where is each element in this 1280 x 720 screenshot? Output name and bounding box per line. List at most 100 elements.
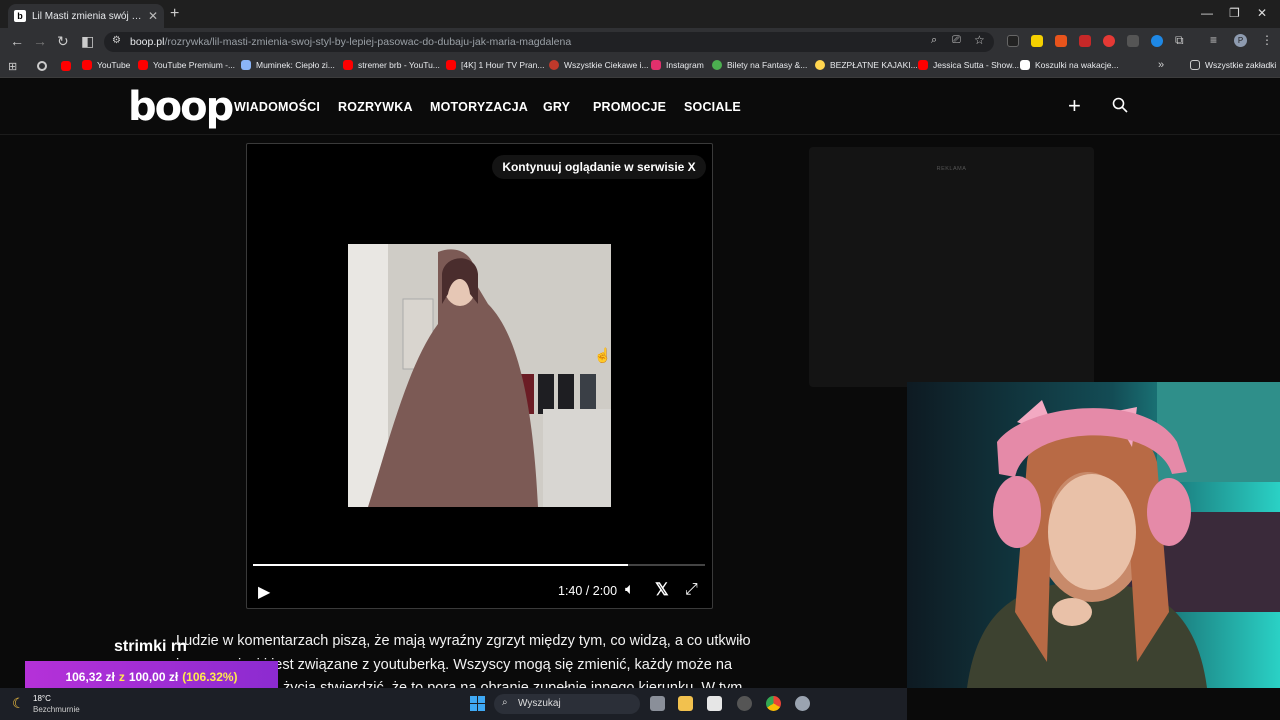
chrome-icon[interactable] <box>766 696 781 711</box>
search-icon: ⌕ <box>502 697 508 708</box>
bookmark-site-icon <box>712 60 722 70</box>
webcam-feed <box>907 382 1280 688</box>
windows-start-icon[interactable] <box>470 696 485 711</box>
youtube-icon <box>918 60 928 70</box>
back-icon[interactable]: ← <box>10 33 24 49</box>
site-info-icon[interactable]: ⚙ <box>112 35 121 46</box>
stream-title: strimki rn <box>114 638 187 655</box>
site-logo[interactable]: boop <box>128 84 234 130</box>
bookmark-item[interactable]: Wszystkie Ciekawe i... <box>549 60 649 70</box>
search-icon[interactable] <box>1112 96 1128 119</box>
store-icon[interactable] <box>707 696 722 711</box>
bookmark-item[interactable]: [4K] 1 Hour TV Pran... <box>446 60 544 70</box>
address-bar[interactable]: boop.pl/rozrywka/lil-masti-zmienia-swoj-… <box>104 32 994 52</box>
youtube-icon <box>82 60 92 70</box>
continue-on-x-button[interactable]: Kontynuuj oglądanie w serwisie X <box>492 155 706 179</box>
donation-current: 106,32 zł <box>65 669 115 684</box>
url-path: /rozrywka/lil-masti-zmienia-swoj-styl-by… <box>164 36 572 48</box>
weather-description: Bezchmurnie <box>33 705 80 714</box>
play-icon[interactable]: ▶ <box>258 582 270 602</box>
extension-icon[interactable] <box>1103 35 1115 47</box>
volume-icon[interactable]: 🔈︎ <box>625 581 635 599</box>
fullscreen-icon[interactable]: ⤢ <box>685 581 698 599</box>
bookmark-item[interactable]: YouTube Premium -... <box>138 60 235 70</box>
nav-rozrywka[interactable]: ROZRYWKA <box>338 100 413 114</box>
settings-gear-icon[interactable] <box>795 696 810 711</box>
bookmark-star-icon[interactable]: ☆ <box>974 33 985 47</box>
taskbar-search[interactable]: ⌕ Wyszukaj <box>494 694 640 714</box>
cast-icon[interactable]: ⎚ <box>952 34 961 47</box>
sidebar-icon[interactable]: ◧ <box>81 33 94 50</box>
bookmark-site-icon <box>549 60 559 70</box>
donation-goal: 100,00 zł <box>128 669 179 684</box>
new-tab-icon[interactable]: + <box>170 5 179 23</box>
ad-label: REKLAMA <box>936 166 967 172</box>
profile-avatar[interactable]: P <box>1234 34 1247 47</box>
video-frame[interactable] <box>348 244 611 507</box>
video-time: 1:40 / 2:00 <box>558 584 618 598</box>
nav-sociale[interactable]: SOCIALE <box>684 100 741 114</box>
forward-icon[interactable]: → <box>33 33 47 49</box>
bookmark-item[interactable]: Jessica Sutta - Show... <box>918 60 1019 70</box>
menu-kebab-icon[interactable]: ⋮ <box>1261 33 1273 47</box>
task-view-icon[interactable] <box>650 696 665 711</box>
bookmark-site-icon <box>241 60 251 70</box>
extension-icon[interactable] <box>1151 35 1163 47</box>
bookmark-item[interactable]: Muminek: Ciepło zi... <box>241 60 335 70</box>
close-window-icon[interactable]: ✕ <box>1257 6 1267 20</box>
nav-wiadomosci[interactable]: WIADOMOŚCI <box>234 100 320 114</box>
bookmark-item[interactable]: Instagram <box>651 60 704 70</box>
nav-promocje[interactable]: PROMOCJE <box>593 100 666 114</box>
extension-icon[interactable] <box>1127 35 1139 47</box>
extension-icon[interactable] <box>1031 35 1043 47</box>
youtube-icon <box>343 60 353 70</box>
nav-motoryzacja[interactable]: MOTORYZACJA <box>430 100 528 114</box>
zoom-icon[interactable]: ⌕ <box>931 34 937 47</box>
article-line: Ludzie w komentarzach piszą, że mają wyr… <box>176 633 751 649</box>
bookmark-site-icon <box>815 60 825 70</box>
cursor-hand-icon: ☝ <box>594 347 612 363</box>
extension-icon[interactable] <box>1007 35 1019 47</box>
instagram-icon <box>651 60 661 70</box>
bookmark-item[interactable]: stremer brb - YouTu... <box>343 60 440 70</box>
close-tab-icon[interactable]: ✕ <box>148 9 158 23</box>
bookmark-icon[interactable] <box>37 61 47 71</box>
minimize-icon[interactable]: — <box>1201 6 1213 20</box>
bookmark-item[interactable]: Bilety na Fantasy &... <box>712 60 807 70</box>
webcam-overlay <box>907 382 1280 688</box>
video-still <box>348 244 611 507</box>
apps-grid-icon[interactable]: ⊞ <box>8 60 17 73</box>
reload-icon[interactable]: ↻ <box>57 33 69 50</box>
boop-favicon-icon: b <box>14 10 26 22</box>
nav-gry[interactable]: GRY <box>543 100 570 114</box>
file-explorer-icon[interactable] <box>678 696 693 711</box>
progress-fill <box>253 564 629 566</box>
media-icon[interactable]: ≡ <box>1210 33 1217 47</box>
x-logo-icon[interactable]: 𝕏 <box>655 580 669 600</box>
app-icon[interactable] <box>737 696 752 711</box>
browser-tab-bar <box>0 0 1280 28</box>
search-placeholder: Wyszukaj <box>518 698 561 709</box>
plus-icon[interactable]: + <box>1068 93 1081 119</box>
bookmark-item[interactable]: Koszulki na wakacje... <box>1020 60 1119 70</box>
all-bookmarks[interactable]: Wszystkie zakładki <box>1190 60 1276 70</box>
maximize-icon[interactable]: ❐ <box>1229 6 1240 20</box>
extension-icon[interactable] <box>1079 35 1091 47</box>
browser-tab[interactable]: b Lil Masti zmienia swój styl, by lepiej… <box>8 4 164 28</box>
youtube-icon[interactable] <box>61 61 71 71</box>
extension-icon[interactable] <box>1055 35 1067 47</box>
more-bookmarks-icon[interactable]: » <box>1158 59 1164 71</box>
donation-percent: (106.32%) <box>182 669 238 684</box>
bookmark-item[interactable]: BEZPŁATNE KAJAKI... <box>815 60 918 70</box>
bookmark-item[interactable]: YouTube <box>82 60 130 70</box>
moon-weather-icon[interactable]: ☾ <box>12 695 25 712</box>
extensions-puzzle-icon[interactable]: ⧉ <box>1175 33 1184 48</box>
url-domain: boop.pl <box>130 36 165 48</box>
weather-temperature: 18°C <box>33 694 51 703</box>
youtube-icon <box>138 60 148 70</box>
tiktok-icon <box>1020 60 1030 70</box>
donation-separator: z <box>118 669 125 684</box>
folder-icon <box>1190 60 1200 70</box>
ad-slot[interactable] <box>809 147 1094 387</box>
tab-title: Lil Masti zmienia swój styl, by lepiej <box>32 10 144 22</box>
